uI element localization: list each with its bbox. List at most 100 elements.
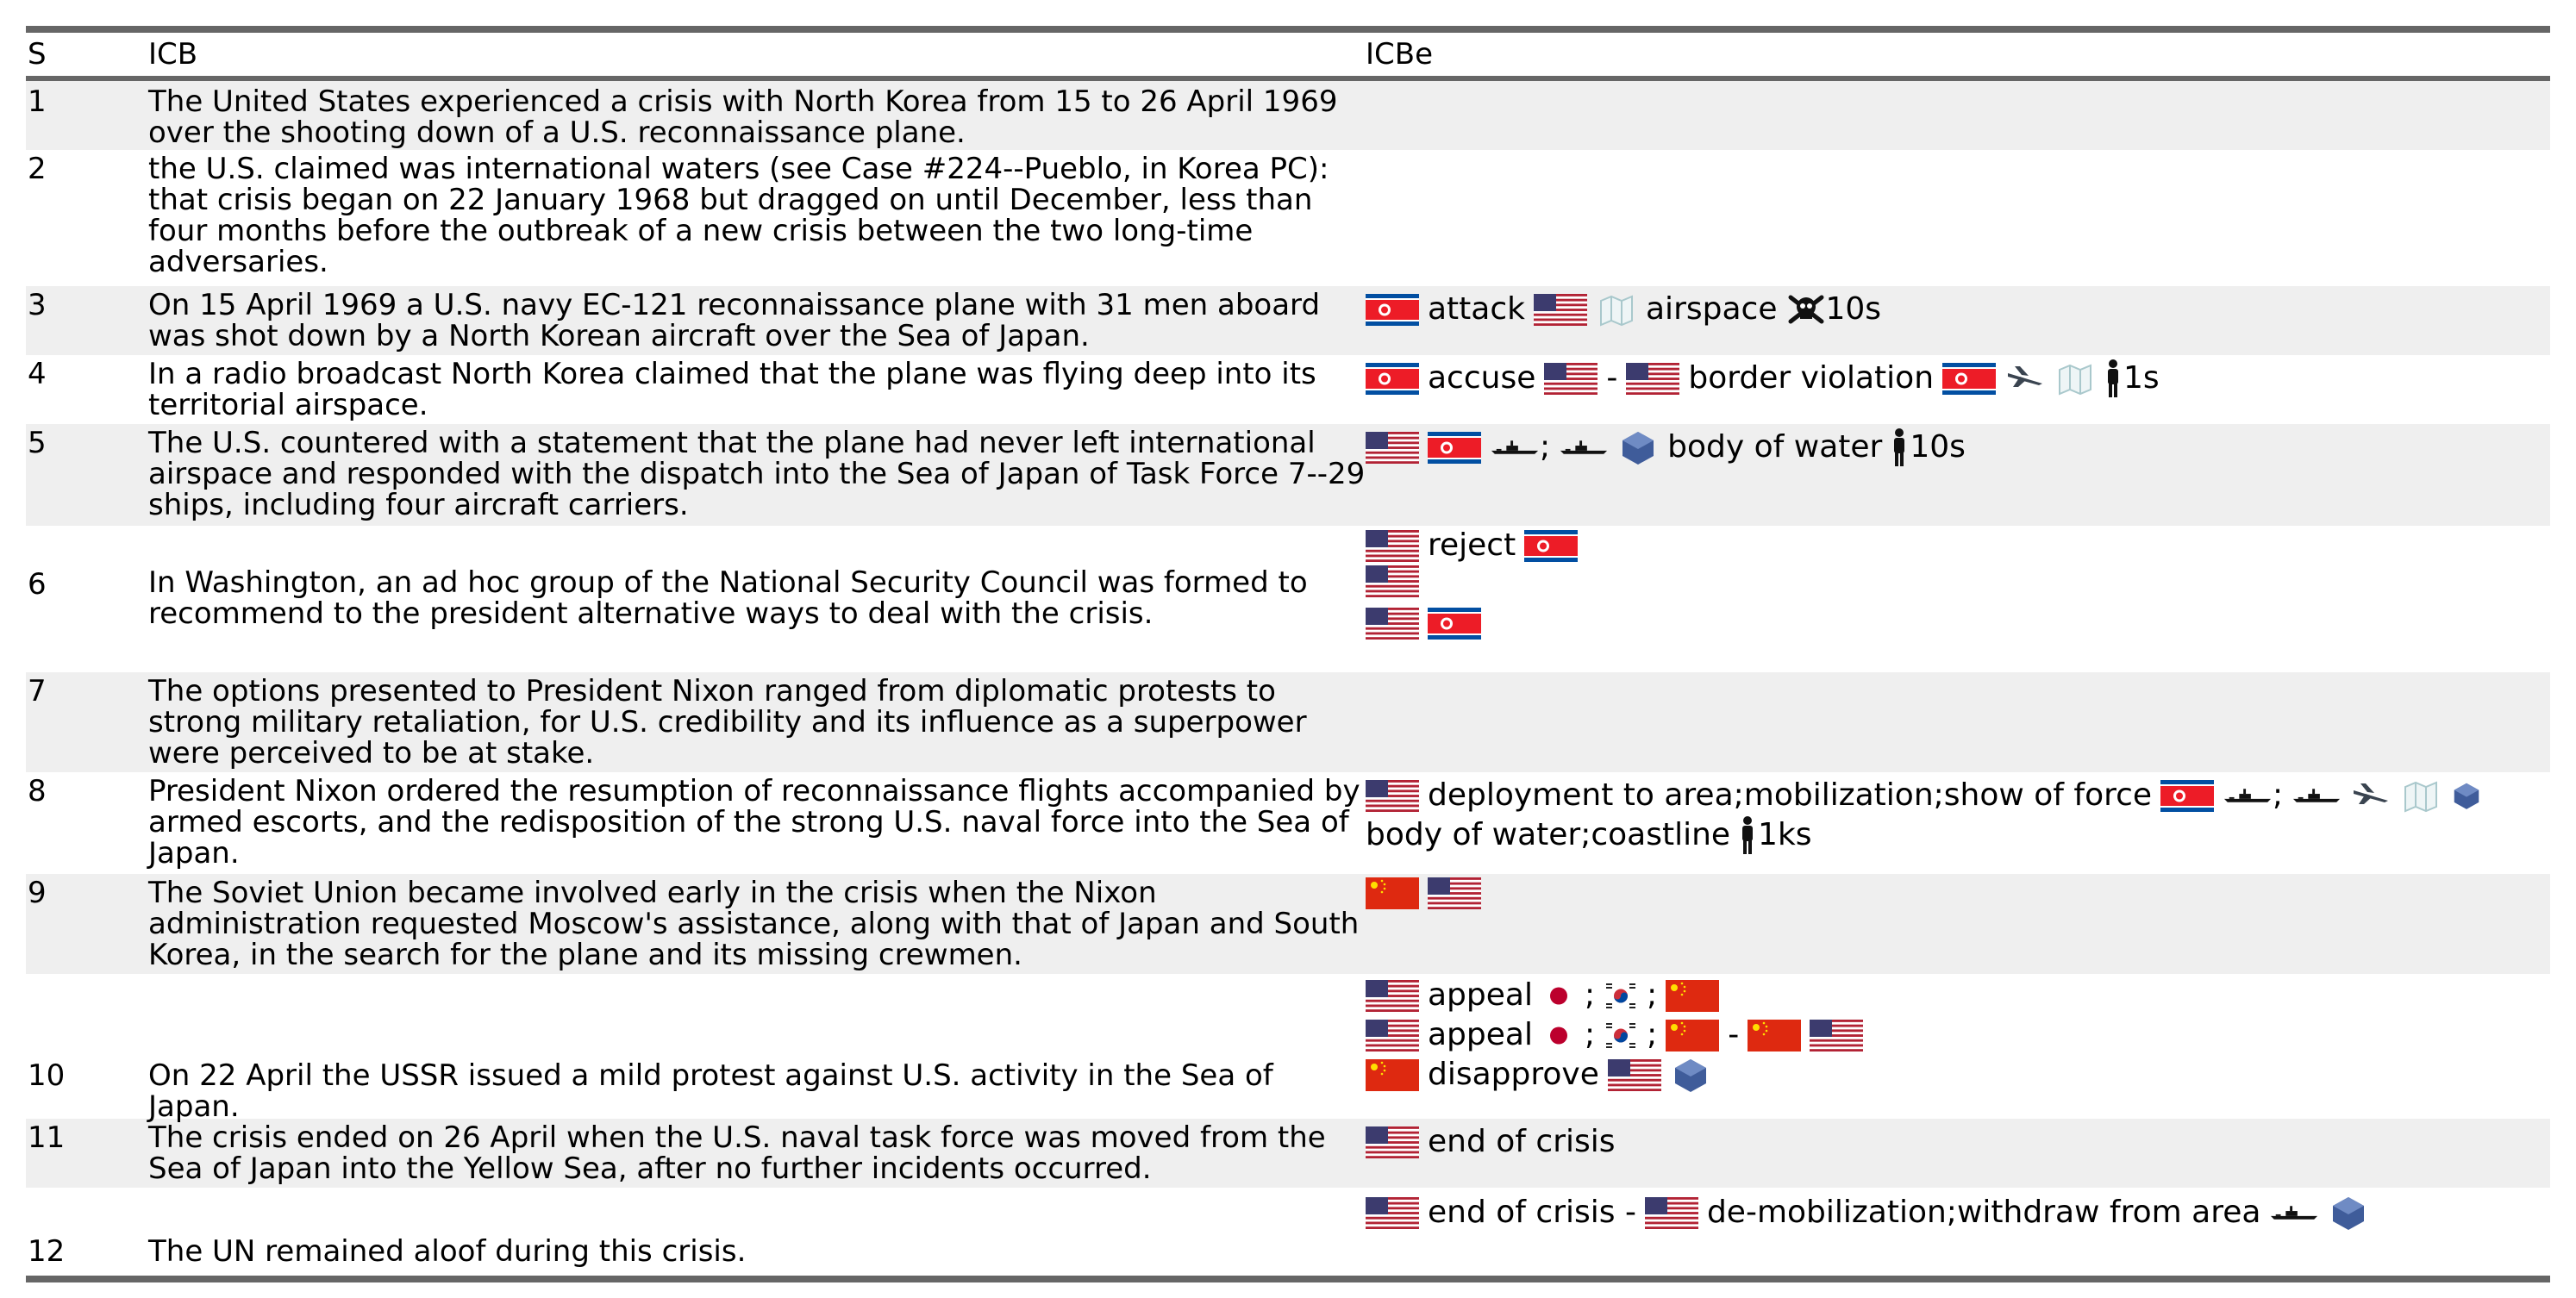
usa-flag	[1366, 565, 1419, 597]
north-korea-flag	[1942, 363, 1996, 395]
china-flag	[1748, 1020, 1801, 1052]
event-appeal: appeal	[1428, 1017, 1533, 1052]
event-line: reject	[1366, 526, 2550, 565]
event-line: appeal ; ;	[1366, 976, 2550, 1015]
header-icb: ICB	[148, 37, 198, 72]
japan-flag	[1541, 1020, 1576, 1052]
event-reject: reject	[1428, 527, 1516, 563]
event-line: appeal ; ; -	[1366, 1015, 2550, 1055]
usa-flag	[1534, 294, 1587, 326]
count-label: 1ks	[1758, 817, 1812, 852]
usa-flag	[1810, 1020, 1863, 1052]
separator-semicolon: ;	[1584, 1017, 1596, 1052]
person-icon	[2104, 359, 2122, 398]
sentence-number: 12	[28, 1234, 66, 1269]
sentence-number: 7	[28, 674, 47, 708]
china-flag	[1366, 1059, 1419, 1091]
sentence-number: 1	[28, 84, 47, 119]
event-attack: attack	[1428, 291, 1525, 327]
table-row: 1 The United States experienced a crisis…	[26, 81, 2550, 150]
north-korea-flag	[1428, 608, 1481, 640]
table-row: 9 The Soviet Union became involved early…	[26, 874, 2550, 974]
icb-sentence: The Soviet Union became involved early i…	[148, 876, 1360, 972]
icbe-events: end of crisis	[1366, 1122, 2550, 1162]
event-end-of-crisis: end of crisis	[1428, 1124, 1616, 1159]
icbe-events: ; body of water 10s	[1366, 427, 2550, 467]
usa-flag	[1428, 877, 1481, 909]
icb-sentence: The options presented to President Nixon…	[148, 674, 1307, 771]
icbe-events: end of crisis - de-mobilization;withdraw…	[1366, 1188, 2550, 1232]
table-row: 12 The UN remained aloof during this cri…	[26, 1188, 2550, 1276]
usa-flag	[1366, 1197, 1419, 1229]
usa-flag	[1366, 980, 1419, 1012]
icb-sentence: In a radio broadcast North Korea claimed…	[148, 357, 1316, 422]
event-line: end of crisis - de-mobilization;withdraw…	[1366, 1193, 2550, 1232]
water-icon	[1670, 1058, 1711, 1092]
event-body-of-water: body of water	[1667, 429, 1883, 465]
sentence-number: 10	[28, 1058, 66, 1093]
events-table: S ICB ICBe 1 The United States experienc…	[26, 26, 2550, 1282]
table-row: 3 On 15 April 1969 a U.S. navy EC-121 re…	[26, 286, 2550, 355]
icb-sentence: The United States experienced a crisis w…	[148, 84, 1338, 150]
sentence-number: 5	[28, 426, 47, 460]
icbe-events: appeal ; ; appeal ; ; - disapprove	[1366, 974, 2550, 1095]
sentence-number: 3	[28, 288, 47, 322]
north-korea-flag	[1366, 363, 1419, 395]
warship-icon	[1490, 430, 1540, 465]
north-korea-flag	[2160, 780, 2214, 812]
china-flag	[1666, 980, 1719, 1012]
water-icon	[1617, 430, 1659, 465]
sentence-number: 11	[28, 1120, 66, 1155]
icb-sentence: President Nixon ordered the resumption o…	[148, 774, 1360, 871]
icb-sentence: On 15 April 1969 a U.S. navy EC-121 reco…	[148, 288, 1321, 353]
icb-sentence: On 22 April the USSR issued a mild prote…	[148, 1058, 1273, 1124]
event-airspace: airspace	[1646, 291, 1778, 327]
separator-semicolon: ;	[1540, 429, 1551, 465]
fatalities-count: 10s	[1825, 291, 1882, 327]
usa-flag	[1366, 1126, 1419, 1158]
icbe-events: reject	[1366, 526, 2550, 640]
usa-flag	[1366, 530, 1419, 562]
event-end-of-crisis: end of crisis -	[1428, 1195, 1636, 1230]
map-icon	[2400, 778, 2442, 813]
event-deployment: deployment to area;mobilization;show of …	[1428, 777, 2153, 813]
icbe-events: attack airspace 10s	[1366, 290, 2550, 329]
jet-icon	[2004, 361, 2046, 396]
table-row: 2 the U.S. claimed was international wat…	[26, 150, 2550, 286]
top-rule	[26, 26, 2550, 33]
separator-dash: -	[1606, 360, 1618, 396]
sentence-number: 8	[28, 774, 47, 808]
sentence-number: 6	[28, 567, 47, 602]
south-korea-flag	[1604, 980, 1638, 1012]
north-korea-flag	[1366, 294, 1419, 326]
header-icbe: ICBe	[1366, 37, 1434, 72]
north-korea-flag	[1524, 530, 1578, 562]
count-label: 1s	[2123, 360, 2160, 396]
water-icon	[2450, 778, 2483, 813]
event-accuse: accuse	[1428, 360, 1536, 396]
icb-sentence: In Washington, an ad hoc group of the Na…	[148, 565, 1308, 631]
separator-dash: -	[1728, 1017, 1740, 1052]
event-line	[1366, 565, 2550, 597]
table-row: 5 The U.S. countered with a statement th…	[26, 424, 2550, 526]
icb-sentence: the U.S. claimed was international water…	[148, 152, 1329, 279]
event-border-violation: border violation	[1688, 360, 1935, 396]
warship-icon	[1559, 430, 1609, 465]
table-row: 8 President Nixon ordered the resumption…	[26, 772, 2550, 874]
warship-icon	[2292, 778, 2342, 813]
separator-semicolon: ;	[2273, 777, 2284, 813]
icb-sentence: The UN remained aloof during this crisis…	[148, 1234, 747, 1269]
count-label: 10s	[1910, 429, 1966, 465]
person-icon	[1891, 427, 1908, 467]
separator-semicolon: ;	[1647, 1017, 1658, 1052]
south-korea-flag	[1604, 1020, 1638, 1052]
map-icon	[1596, 292, 1637, 327]
person-icon	[1739, 815, 1756, 855]
table-row: 6 In Washington, an ad hoc group of the …	[26, 526, 2550, 672]
usa-flag	[1645, 1197, 1698, 1229]
bottom-rule	[26, 1276, 2550, 1282]
sentence-number: 4	[28, 357, 47, 391]
icbe-events: accuse - border violation 1s	[1366, 359, 2550, 398]
event-location: body of water;coastline	[1366, 817, 1731, 852]
north-korea-flag	[1428, 432, 1481, 464]
